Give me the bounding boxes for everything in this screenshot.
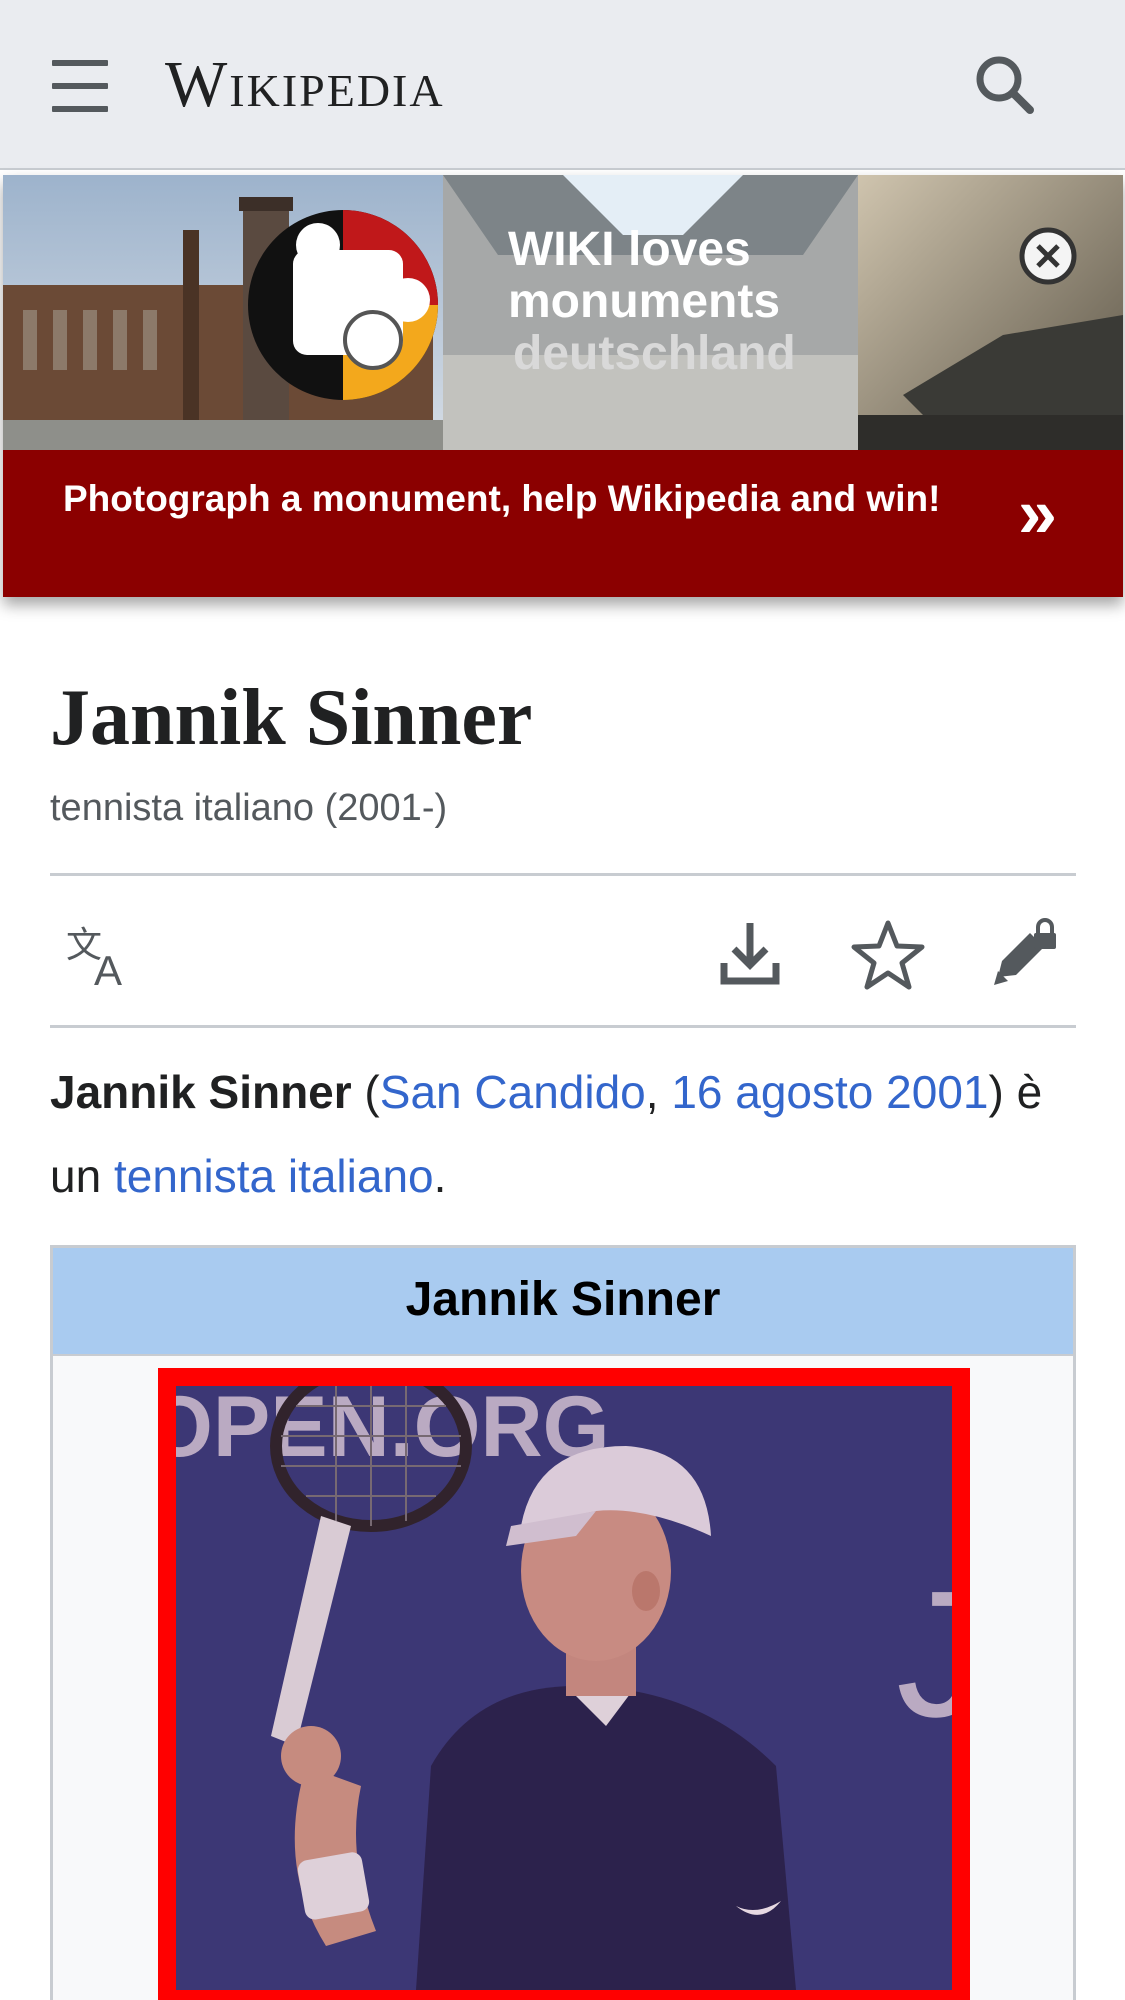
banner-cta-text: Photograph a monument, help Wikipedia an… (63, 478, 941, 519)
close-circle-icon[interactable] (1017, 225, 1079, 287)
link-birthdate[interactable]: 16 agosto 2001 (671, 1066, 988, 1118)
wiki-loves-monuments-banner: WIKI loves monuments deutschland Photogr… (3, 175, 1123, 597)
search-icon[interactable] (970, 50, 1042, 122)
page-title: Jannik Sinner (50, 674, 533, 762)
infobox: Jannik Sinner OPEN.ORG J (50, 1245, 1076, 2000)
svg-text:A: A (94, 947, 122, 994)
lead-text: ( (351, 1066, 380, 1118)
lead-text: , (645, 1066, 672, 1118)
infobox-photo[interactable]: OPEN.ORG J (158, 1368, 970, 2000)
hamburger-menu-icon[interactable] (50, 60, 110, 112)
banner-image-line-2: monuments (508, 275, 780, 328)
banner-image[interactable]: WIKI loves monuments deutschland (3, 175, 1123, 450)
link-tennista-italiano[interactable]: tennista italiano (114, 1150, 434, 1202)
lead-text: . (433, 1150, 447, 1202)
wikipedia-wordmark[interactable]: Wikipedia (165, 45, 445, 125)
banner-image-line-1: WIKI loves (508, 223, 751, 276)
translate-icon[interactable]: 文 A (60, 915, 140, 995)
double-chevron-right-icon: » (1018, 474, 1057, 552)
page-subtitle: tennista italiano (2001-) (50, 787, 448, 829)
lead-bold-name: Jannik Sinner (50, 1066, 352, 1118)
edit-lock-icon[interactable] (986, 915, 1066, 995)
divider (50, 1025, 1076, 1028)
lead-paragraph: Jannik Sinner (San Candido, 16 agosto 20… (50, 1050, 1076, 1218)
download-icon[interactable] (710, 915, 790, 995)
divider (50, 873, 1076, 876)
infobox-title: Jannik Sinner (53, 1248, 1073, 1356)
site-header: Wikipedia (0, 0, 1125, 170)
banner-image-line-3: deutschland (513, 327, 796, 380)
banner-cta-link[interactable]: Photograph a monument, help Wikipedia an… (3, 450, 1123, 597)
link-san-candido[interactable]: San Candido (380, 1066, 646, 1118)
star-icon[interactable] (848, 915, 928, 995)
